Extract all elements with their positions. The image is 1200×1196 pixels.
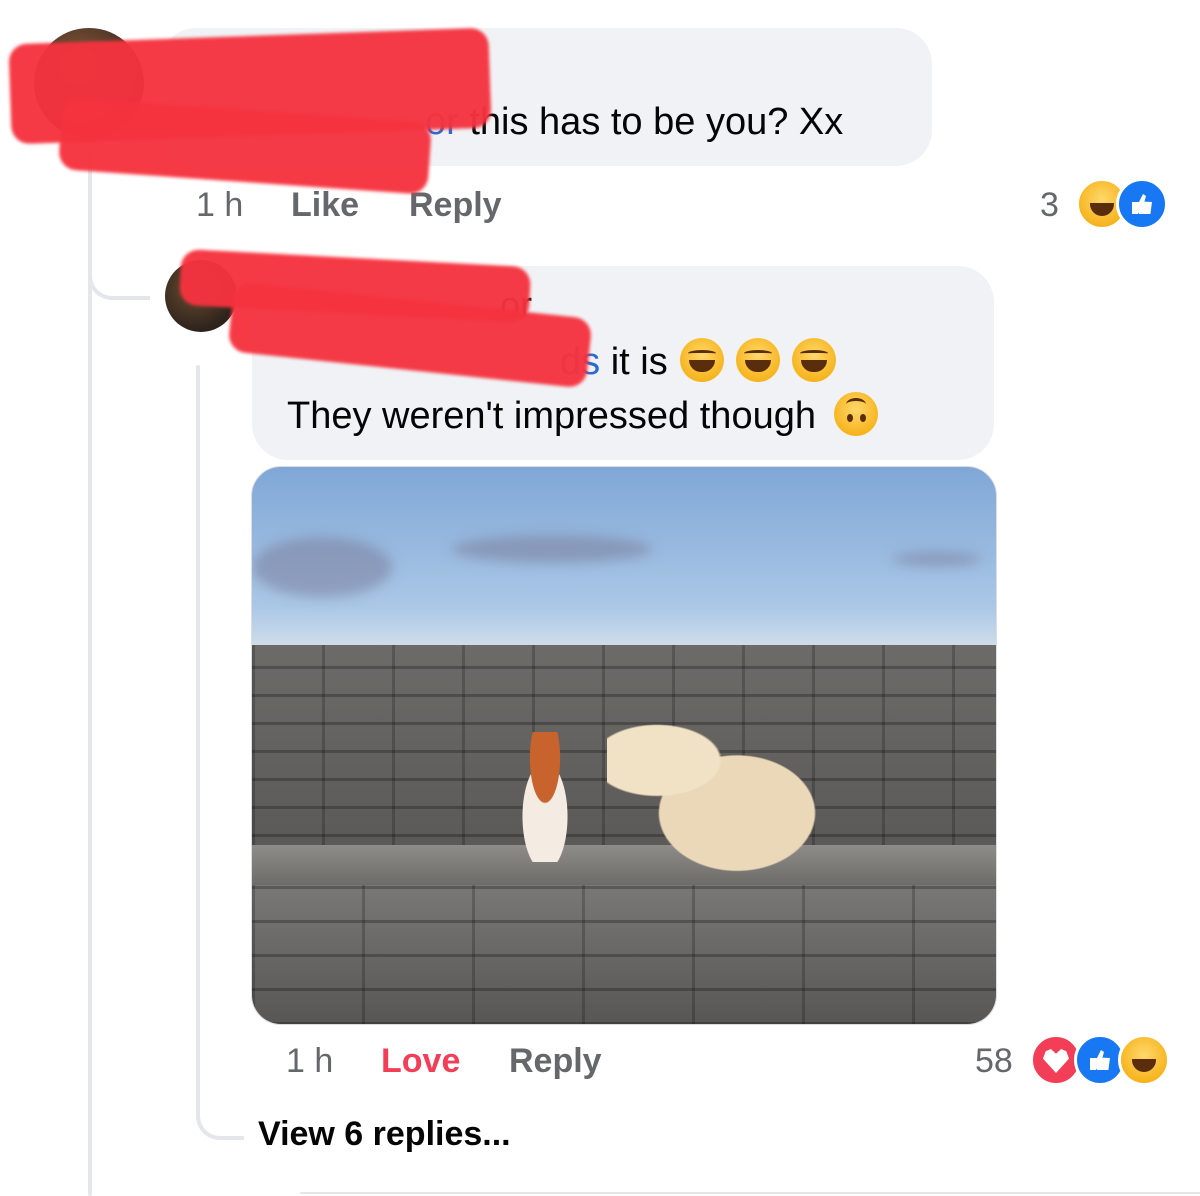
reaction-count[interactable]: 58 bbox=[975, 1042, 1013, 1081]
reply-line-2: They weren't impressed though bbox=[287, 392, 878, 440]
upside-down-face-emoji-icon bbox=[833, 392, 878, 436]
attached-photo[interactable] bbox=[251, 466, 997, 1025]
tears-of-joy-emoji-icon bbox=[735, 338, 780, 382]
spaniel-dog bbox=[510, 732, 580, 862]
reaction-count[interactable]: 3 bbox=[1040, 186, 1059, 225]
reply-thread-line bbox=[196, 365, 200, 1100]
like-button[interactable]: Like bbox=[291, 186, 359, 225]
reply-line-2-text: They weren't impressed though bbox=[287, 395, 816, 437]
comment-body: this has to be you? Xx bbox=[458, 101, 844, 143]
reply-branch-connector bbox=[196, 1030, 244, 1140]
golden-retriever-dog bbox=[607, 717, 857, 872]
reply-line-1-text: it is bbox=[600, 341, 668, 383]
tears-of-joy-emoji-icon bbox=[791, 338, 836, 382]
divider bbox=[300, 1192, 1200, 1194]
reply-button[interactable]: Reply bbox=[409, 186, 502, 225]
like-icon bbox=[1116, 178, 1168, 230]
reply-button[interactable]: Reply bbox=[509, 1042, 602, 1081]
reply-line-1: ds it is bbox=[560, 338, 836, 386]
love-button[interactable]: Love bbox=[381, 1042, 460, 1081]
haha-icon bbox=[1118, 1034, 1170, 1086]
cloud bbox=[892, 552, 982, 566]
comment-timestamp[interactable]: 1 h bbox=[196, 186, 243, 225]
reply-timestamp[interactable]: 1 h bbox=[286, 1042, 333, 1081]
tears-of-joy-emoji-icon bbox=[679, 338, 724, 382]
view-replies-link[interactable]: View 6 replies... bbox=[258, 1115, 511, 1154]
cloud bbox=[452, 535, 652, 563]
thread-connector-line bbox=[88, 150, 92, 1196]
cloud bbox=[252, 537, 392, 597]
curved-stone-base bbox=[252, 885, 996, 1024]
